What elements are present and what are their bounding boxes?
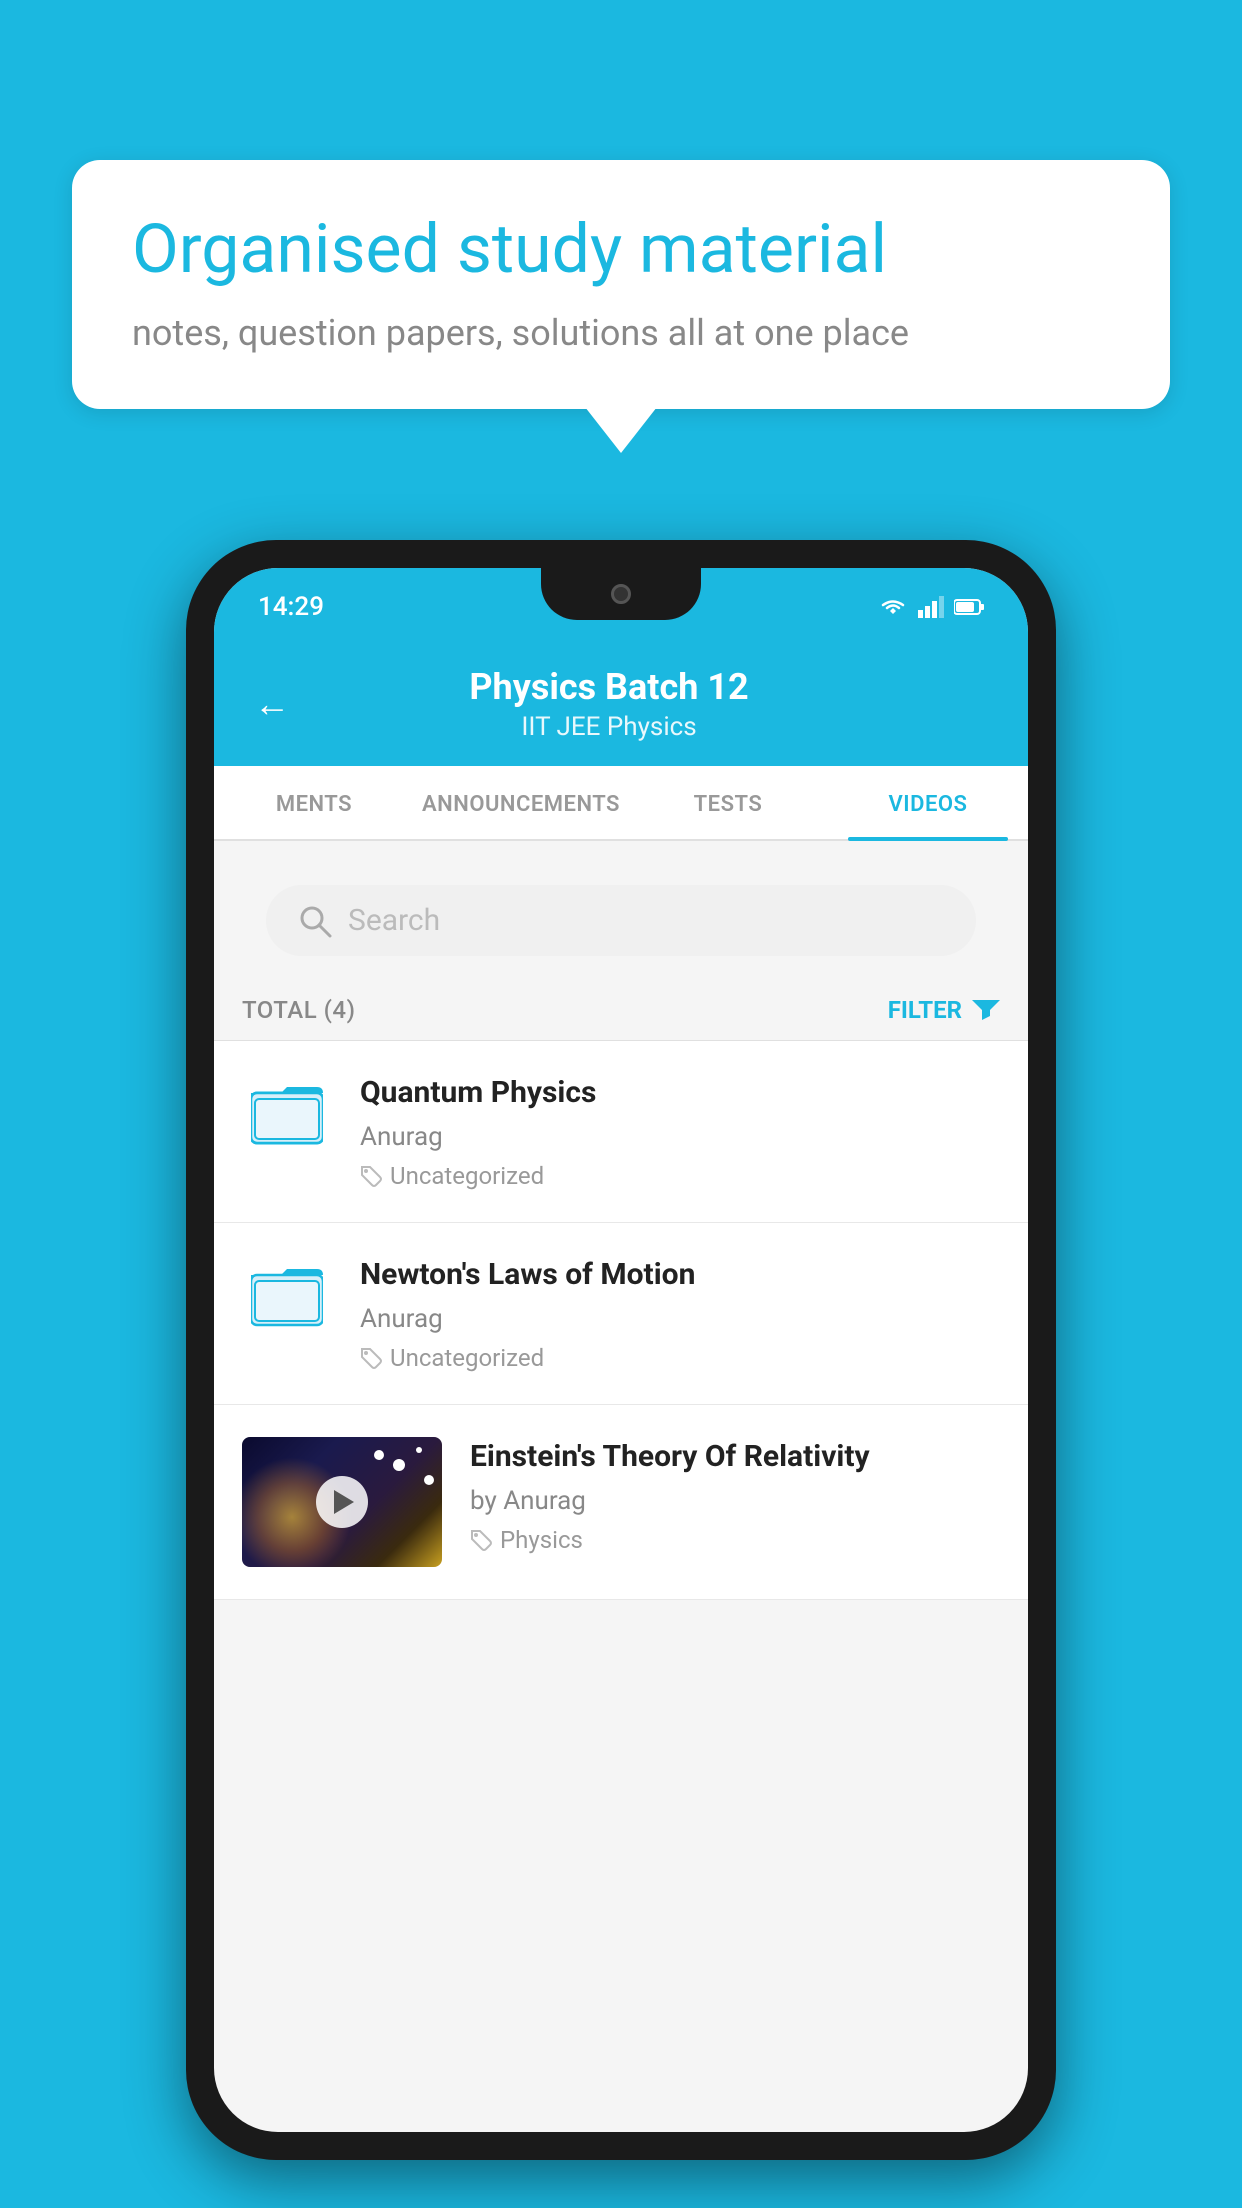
header-title-block: Physics Batch 12 IIT JEE Physics: [314, 666, 904, 742]
notch: [541, 568, 701, 620]
video-title: Quantum Physics: [360, 1073, 1000, 1112]
bubble-subtitle: notes, question papers, solutions all at…: [132, 312, 1110, 354]
speech-bubble-card: Organised study material notes, question…: [72, 160, 1170, 409]
battery-icon: [954, 598, 984, 616]
video-author: by Anurag: [470, 1486, 1000, 1516]
video-item[interactable]: Quantum Physics Anurag Uncategorized: [214, 1041, 1028, 1223]
filter-button[interactable]: FILTER: [888, 996, 1000, 1024]
tag-label: Uncategorized: [390, 1162, 544, 1190]
tab-announcements[interactable]: ANNOUNCEMENTS: [414, 766, 628, 839]
video-tag: Uncategorized: [360, 1344, 1000, 1372]
folder-icon: [251, 1081, 323, 1145]
video-thumbnail: [242, 1437, 442, 1567]
phone-frame: 14:29: [186, 540, 1056, 2160]
tag-icon: [470, 1529, 492, 1551]
total-count: TOTAL (4): [242, 996, 355, 1024]
folder-icon-container: [242, 1073, 332, 1145]
tag-label: Uncategorized: [390, 1344, 544, 1372]
header-subtitle: IIT JEE Physics: [314, 712, 904, 742]
folder-icon: [251, 1263, 323, 1327]
video-item[interactable]: Einstein's Theory Of Relativity by Anura…: [214, 1405, 1028, 1600]
header-title: Physics Batch 12: [314, 666, 904, 708]
video-author: Anurag: [360, 1122, 1000, 1152]
status-icons: [878, 596, 984, 618]
video-title: Einstein's Theory Of Relativity: [470, 1437, 1000, 1476]
front-camera: [611, 584, 631, 604]
tag-label: Physics: [500, 1526, 583, 1554]
search-icon: [298, 904, 332, 938]
wifi-icon: [878, 596, 908, 618]
filter-label: FILTER: [888, 996, 962, 1024]
video-list: Quantum Physics Anurag Uncategorized: [214, 1041, 1028, 1600]
play-triangle: [334, 1490, 354, 1514]
tab-ments[interactable]: MENTS: [214, 766, 414, 839]
tabs-bar: MENTS ANNOUNCEMENTS TESTS VIDEOS: [214, 766, 1028, 841]
search-placeholder: Search: [348, 903, 440, 938]
tab-tests[interactable]: TESTS: [628, 766, 828, 839]
search-bar[interactable]: Search: [266, 885, 976, 956]
video-author: Anurag: [360, 1304, 1000, 1334]
video-info: Newton's Laws of Motion Anurag Uncategor…: [360, 1255, 1000, 1372]
tag-icon: [360, 1347, 382, 1369]
status-bar: 14:29: [214, 568, 1028, 646]
star-dots: [416, 1447, 422, 1453]
bubble-title: Organised study material: [132, 210, 1110, 288]
video-tag: Physics: [470, 1526, 1000, 1554]
video-info: Quantum Physics Anurag Uncategorized: [360, 1073, 1000, 1190]
video-tag: Uncategorized: [360, 1162, 1000, 1190]
play-button[interactable]: [316, 1476, 368, 1528]
folder-icon-container: [242, 1255, 332, 1327]
tab-videos[interactable]: VIDEOS: [828, 766, 1028, 839]
app-header: ← Physics Batch 12 IIT JEE Physics: [214, 646, 1028, 766]
signal-icon: [918, 596, 944, 618]
video-item[interactable]: Newton's Laws of Motion Anurag Uncategor…: [214, 1223, 1028, 1405]
video-title: Newton's Laws of Motion: [360, 1255, 1000, 1294]
filter-bar: TOTAL (4) FILTER: [214, 980, 1028, 1041]
video-info: Einstein's Theory Of Relativity by Anura…: [470, 1437, 1000, 1554]
back-button[interactable]: ←: [254, 683, 290, 725]
status-time: 14:29: [258, 592, 324, 622]
tag-icon: [360, 1165, 382, 1187]
phone-screen: 14:29: [214, 568, 1028, 2132]
filter-icon: [972, 998, 1000, 1022]
